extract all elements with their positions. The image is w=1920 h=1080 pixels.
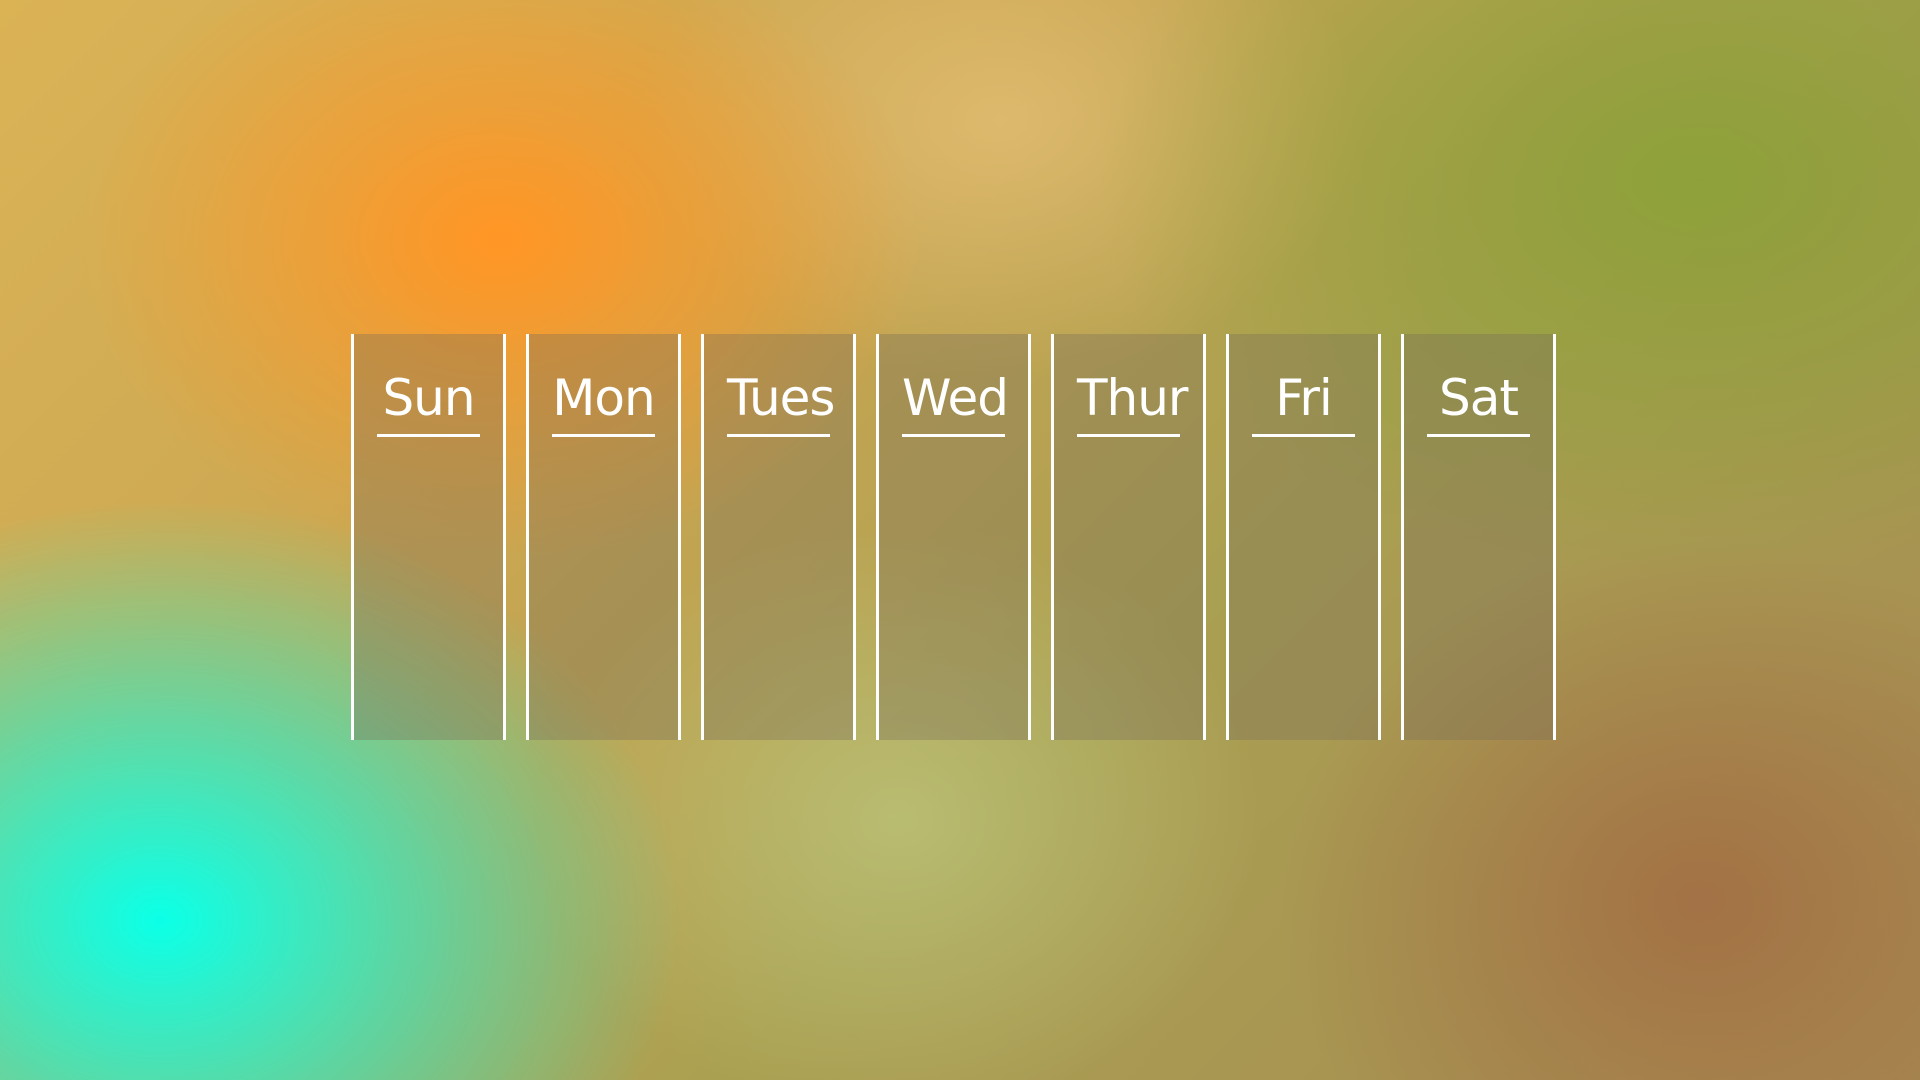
day-label-saturday: Sat bbox=[1427, 368, 1530, 437]
day-label-friday: Fri bbox=[1252, 368, 1355, 437]
day-column-wednesday: Wed bbox=[876, 334, 1031, 740]
week-columns: Sun Mon Tues Wed Thur Fri Sat bbox=[351, 334, 1556, 740]
day-label-tuesday: Tues bbox=[727, 368, 835, 437]
day-column-sunday: Sun bbox=[351, 334, 506, 740]
day-label-thursday: Thur bbox=[1077, 368, 1188, 437]
day-column-tuesday: Tues bbox=[701, 334, 856, 740]
day-label-monday: Mon bbox=[552, 368, 656, 437]
day-column-saturday: Sat bbox=[1401, 334, 1556, 740]
day-label-sunday: Sun bbox=[377, 368, 480, 437]
day-column-friday: Fri bbox=[1226, 334, 1381, 740]
day-label-wednesday: Wed bbox=[902, 368, 1009, 437]
day-column-thursday: Thur bbox=[1051, 334, 1206, 740]
day-column-monday: Mon bbox=[526, 334, 681, 740]
